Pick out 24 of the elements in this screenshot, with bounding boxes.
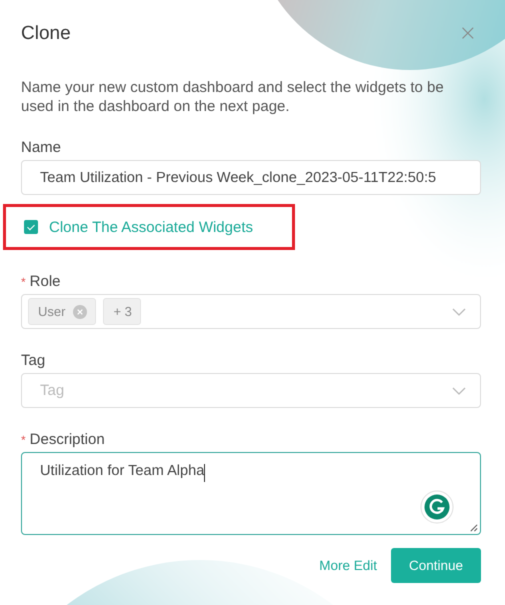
- chevron-down-icon: [452, 386, 466, 394]
- field-label: Role: [30, 273, 61, 290]
- checkbox-label[interactable]: Clone The Associated Widgets: [49, 218, 254, 236]
- tag-text: User: [38, 304, 66, 319]
- select-field[interactable]: User + 3: [21, 294, 481, 329]
- checkbox[interactable]: [24, 220, 38, 234]
- resize-handle-icon[interactable]: [469, 523, 478, 532]
- field-label: Name: [21, 139, 62, 156]
- field-label: Tag: [21, 352, 46, 369]
- tag-text: + 3: [113, 304, 132, 319]
- more-edit-link[interactable]: More Edit: [319, 558, 377, 573]
- select-field[interactable]: Tag: [21, 373, 481, 408]
- continue-button[interactable]: Continue: [391, 548, 481, 583]
- text-area[interactable]: Utilization for Team Alpha: [21, 452, 481, 535]
- close-button[interactable]: ×: [458, 23, 481, 45]
- intro-text: Name your new custom dashboard and select the widgets to be used in the dashboard on the next page.: [21, 78, 445, 116]
- required-mark: *: [21, 433, 26, 447]
- required-mark: *: [21, 275, 26, 289]
- placeholder-text: Tag: [39, 382, 64, 399]
- dialog-title: Clone: [21, 23, 71, 45]
- input-field[interactable]: Team Utilization - Previous Week_clone_2023-05-11T22:50:5: [21, 160, 481, 195]
- text-cursor: [204, 464, 206, 482]
- field-label: Description: [30, 431, 105, 448]
- chevron-down-icon: [452, 308, 466, 316]
